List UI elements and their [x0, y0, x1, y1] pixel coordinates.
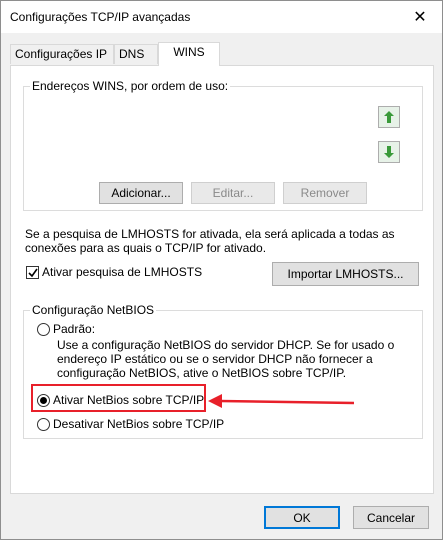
tab-label: WINS: [173, 45, 205, 59]
move-up-button[interactable]: [378, 106, 400, 128]
annotation-arrow-icon: [208, 394, 355, 408]
add-button-label: Adicionar...: [111, 186, 171, 200]
tab-label: Configurações IP: [15, 47, 108, 61]
cancel-button[interactable]: Cancelar: [353, 506, 429, 529]
close-icon: ✕: [413, 9, 427, 26]
netbios-default-desc-line1: Use a configuração NetBIOS do servidor D…: [57, 338, 395, 352]
advanced-tcpip-dialog: Configurações TCP/IP avançadas ✕ Configu…: [0, 0, 443, 540]
add-button[interactable]: Adicionar...: [99, 182, 183, 204]
remove-button[interactable]: Remover: [283, 182, 367, 204]
arrow-down-icon: [384, 146, 394, 158]
edit-button-label: Editar...: [212, 186, 254, 200]
wins-tab-page: Endereços WINS, por ordem de uso: Adicio…: [10, 65, 434, 494]
checkmark-icon: [27, 268, 38, 277]
enable-lmhosts-checkbox[interactable]: [26, 266, 39, 279]
enable-lmhosts-label[interactable]: Ativar pesquisa de LMHOSTS: [42, 265, 202, 280]
title-bar: Configurações TCP/IP avançadas ✕: [1, 1, 442, 33]
annotation-highlight-box: [31, 384, 206, 412]
lmhosts-description-line1: Se a pesquisa de LMHOSTS for ativada, el…: [25, 227, 395, 241]
netbios-default-radio[interactable]: [37, 323, 50, 336]
window-title: Configurações TCP/IP avançadas: [10, 10, 191, 24]
wins-group-title: Endereços WINS, por ordem de uso:: [30, 79, 231, 93]
arrow-up-icon: [384, 111, 394, 123]
netbios-default-desc-line2: endereço IP estático ou se o servidor DH…: [57, 352, 373, 366]
tab-label: DNS: [119, 47, 145, 61]
ok-button[interactable]: OK: [264, 506, 340, 529]
tab-dns[interactable]: DNS: [114, 44, 158, 64]
import-lmhosts-label: Importar LMHOSTS...: [287, 267, 404, 281]
cancel-button-label: Cancelar: [366, 510, 416, 525]
netbios-default-label[interactable]: Padrão:: [53, 322, 95, 337]
edit-button[interactable]: Editar...: [191, 182, 275, 204]
move-down-button[interactable]: [378, 141, 400, 163]
tab-wins[interactable]: WINS: [158, 42, 220, 66]
remove-button-label: Remover: [300, 186, 350, 200]
netbios-default-desc-line3: configuração NetBIOS, ative o NetBIOS so…: [57, 366, 347, 380]
tab-ip-settings[interactable]: Configurações IP: [10, 44, 114, 64]
ok-button-label: OK: [293, 510, 311, 525]
lmhosts-description-line2: conexões para as quais o TCP/IP for ativ…: [25, 241, 267, 255]
close-button[interactable]: ✕: [398, 1, 442, 33]
netbios-disable-radio[interactable]: [37, 418, 50, 431]
netbios-disable-label[interactable]: Desativar NetBios sobre TCP/IP: [53, 417, 224, 432]
netbios-group-title: Configuração NetBIOS: [30, 303, 157, 317]
import-lmhosts-button[interactable]: Importar LMHOSTS...: [272, 262, 419, 286]
